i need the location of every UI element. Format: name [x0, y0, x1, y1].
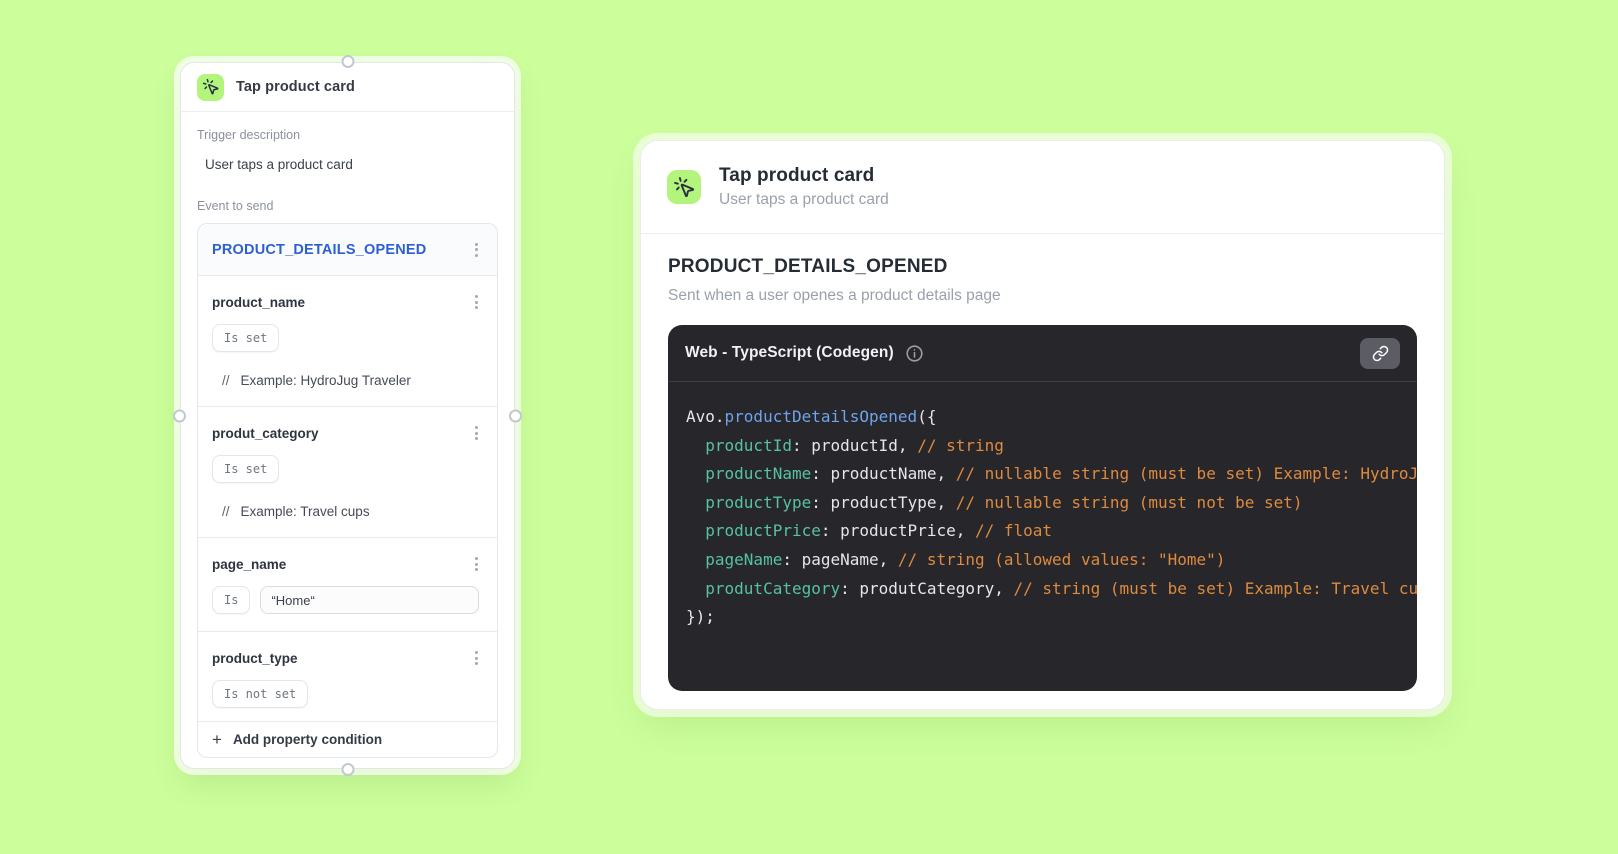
condition-chip[interactable]: Is set — [212, 324, 280, 352]
condition-chip[interactable]: Is not set — [212, 680, 309, 708]
code-snippet-header: Web - TypeScript (Codegen) — [668, 325, 1417, 382]
property-example-comment: //Example: Travel cups — [222, 504, 370, 519]
property-row-produt-category: produt_category Is set //Example: Travel… — [198, 407, 497, 538]
kebab-menu-icon[interactable] — [470, 423, 483, 443]
event-description: Sent when a user openes a product detail… — [668, 287, 1001, 304]
trigger-description-label: Trigger description — [197, 128, 301, 142]
info-icon[interactable] — [905, 344, 924, 363]
trigger-detail-card: Tap product card User taps a product car… — [640, 140, 1445, 710]
condition-chip[interactable]: Is — [212, 586, 251, 614]
plus-icon: + — [212, 730, 222, 749]
tap-cursor-icon — [667, 170, 701, 204]
trigger-node[interactable]: Tap product card Trigger description Use… — [173, 55, 522, 776]
property-name: product_name — [212, 294, 306, 310]
detail-header: Tap product card User taps a product car… — [641, 141, 1444, 234]
event-name-link[interactable]: PRODUCT_DETAILS_OPENED — [212, 242, 426, 258]
property-value-input[interactable] — [260, 586, 480, 614]
copy-link-button[interactable] — [1360, 337, 1400, 369]
tap-cursor-icon — [197, 73, 224, 101]
trigger-node-header: Tap product card — [181, 63, 514, 112]
link-icon — [1372, 345, 1388, 361]
kebab-menu-icon[interactable] — [470, 554, 483, 574]
condition-chip[interactable]: Is set — [212, 455, 280, 483]
add-property-condition-button[interactable]: + Add property condition — [198, 722, 497, 757]
property-name: page_name — [212, 556, 287, 572]
kebab-menu-icon[interactable] — [470, 292, 483, 312]
property-row-page-name: page_name Is — [198, 538, 497, 632]
event-condition-box: PRODUCT_DETAILS_OPENED product_name Is s… — [197, 223, 498, 758]
property-row-product-name: product_name Is set //Example: HydroJug … — [198, 276, 497, 407]
flow-canvas[interactable]: Tap product card Trigger description Use… — [0, 0, 1618, 854]
property-row-product-type: product_type Is not set — [198, 632, 497, 722]
kebab-menu-icon[interactable] — [470, 648, 483, 668]
property-name: product_type — [212, 650, 298, 666]
event-name-heading: PRODUCT_DETAILS_OPENED — [668, 256, 948, 277]
trigger-description-text: User taps a product card — [205, 157, 353, 172]
event-row[interactable]: PRODUCT_DETAILS_OPENED — [198, 224, 497, 276]
detail-subtitle: User taps a product card — [719, 191, 889, 208]
property-name: produt_category — [212, 425, 319, 441]
kebab-menu-icon[interactable] — [470, 240, 483, 260]
flow-handle-bottom[interactable] — [341, 763, 354, 776]
flow-handle-left[interactable] — [173, 409, 186, 422]
detail-title: Tap product card — [719, 165, 875, 186]
flow-handle-top[interactable] — [341, 55, 354, 68]
event-to-send-label: Event to send — [197, 199, 274, 213]
flow-handle-right[interactable] — [509, 409, 522, 422]
trigger-node-title: Tap product card — [236, 79, 355, 95]
code-snippet-card: Web - TypeScript (Codegen) Avo.productDe… — [668, 325, 1417, 691]
code-lines[interactable]: Avo.productDetailsOpened({ productId: pr… — [668, 382, 1417, 653]
code-source-label: Web - TypeScript (Codegen) — [685, 344, 894, 361]
property-example-comment: //Example: HydroJug Traveler — [222, 373, 411, 388]
